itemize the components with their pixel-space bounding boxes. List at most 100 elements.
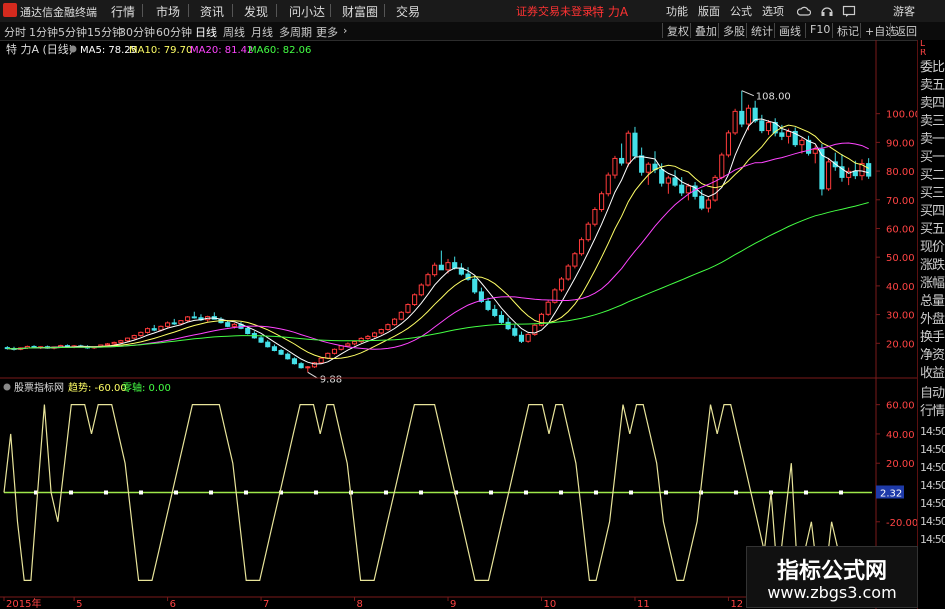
message-icon[interactable] (842, 4, 856, 18)
candle (545, 301, 551, 315)
candle (392, 318, 398, 326)
price-annotations: 108.00 9.88 (307, 90, 791, 385)
date-label: 2015年 (6, 597, 41, 609)
candle (852, 170, 858, 177)
menu-gongneng[interactable]: 功能 (666, 3, 688, 19)
quote-sidebar: L R 委比 卖五 卖四 卖三 卖一 买一 买二 买三 买四 买五 现价 涨跌 … (917, 40, 945, 609)
indicator-tick-label: -20.00 (886, 518, 917, 529)
price-tick-label: 50.00 (886, 253, 915, 264)
menu-shichang[interactable]: 市场 (156, 3, 180, 20)
chevron-right-icon[interactable]: › (343, 24, 347, 37)
candle (585, 223, 591, 241)
chart-area[interactable]: 特 力A (日线) MA5: 78.25 MA10: 79.70 MA20: 8… (0, 40, 917, 609)
period-30min[interactable]: 30分钟 (119, 24, 155, 40)
menu-jiaoyi[interactable]: 交易 (396, 3, 420, 20)
high-marker (741, 90, 754, 97)
candle (785, 130, 792, 137)
date-label: 12 (730, 599, 743, 609)
candle (492, 308, 498, 316)
candle (191, 316, 197, 319)
menu-gongshi[interactable]: 公式 (730, 3, 752, 19)
cloud-icon[interactable] (797, 4, 811, 18)
candle (612, 157, 618, 176)
price-tick-label: 90.00 (886, 138, 915, 149)
date-label: 9 (450, 599, 456, 609)
watermark-url: www.zbgs3.com (767, 583, 897, 602)
candle (438, 264, 444, 271)
btn-back[interactable]: 返回 (890, 23, 917, 38)
period-1min[interactable]: 1分钟 (29, 24, 58, 40)
zero-axis-dot (839, 490, 843, 495)
settings-dot-icon[interactable] (3, 383, 11, 391)
ma60-legend: MA60: 82.06 (248, 45, 311, 56)
menu-wenxiaoda[interactable]: 问小达 (289, 3, 325, 20)
sidebar-time-row: 14:50 (920, 443, 945, 456)
login-status[interactable]: 证券交易未登录 (516, 3, 593, 19)
candle (745, 107, 752, 125)
btn-fuquan[interactable]: 复权 (662, 23, 689, 38)
zero-axis-value: 零轴: 0.00 (122, 381, 171, 394)
candle (572, 253, 578, 267)
indicator-tick-label: 20.00 (886, 459, 915, 470)
menu-hangqing[interactable]: 行情 (111, 3, 135, 20)
candle (104, 343, 111, 346)
candle (498, 314, 505, 323)
candle (425, 274, 431, 286)
zero-axis-dot (139, 490, 143, 495)
candle (659, 169, 665, 184)
menu-xuanxiang[interactable]: 选项 (762, 3, 784, 19)
menu-bar: 通达信金融终端 行情 市场 资讯 发现 问小达 财富圈 交易 证券交易未登录 特… (0, 0, 945, 23)
sidebar-zhangfu: 涨幅 (920, 276, 945, 291)
btn-tongji[interactable]: 统计 (746, 23, 773, 38)
zero-axis-dot (629, 490, 633, 495)
settings-dot-icon[interactable] (69, 45, 77, 53)
sidebar-auto[interactable]: 自动 (920, 386, 945, 401)
candle (165, 322, 171, 327)
menu-banmian[interactable]: 版面 (698, 3, 720, 19)
zero-axis-dot (804, 490, 808, 495)
period-60min[interactable]: 60分钟 (156, 24, 192, 40)
candle (779, 132, 785, 137)
menu-faxian[interactable]: 发现 (244, 3, 268, 20)
indicator-axis: 60.0040.0020.00-20.00-40.002.32 (876, 401, 917, 558)
sidebar-sell4: 卖四 (920, 96, 945, 111)
period-fenshi[interactable]: 分时 (4, 24, 26, 40)
date-label: 5 (76, 599, 82, 609)
guest-label[interactable]: 游客 (893, 3, 915, 19)
ma20-line (7, 142, 869, 350)
menu-zixun[interactable]: 资讯 (200, 3, 224, 20)
price-tick-label: 70.00 (886, 196, 915, 207)
price-tick-label: 30.00 (886, 311, 915, 322)
zero-axis-dot (244, 490, 248, 495)
watermark-title: 指标公式网 (776, 559, 887, 584)
period-weekly[interactable]: 周线 (223, 24, 245, 40)
sidebar-zongliang: 总量 (920, 294, 945, 309)
btn-biaoji[interactable]: 标记 (832, 23, 859, 38)
candle (866, 163, 872, 177)
sidebar-hangqing[interactable]: 行情 (920, 404, 945, 419)
period-15min[interactable]: 15分钟 (87, 24, 123, 40)
ma20-legend: MA20: 81.42 (190, 45, 253, 56)
date-label: 7 (263, 599, 269, 609)
period-daily[interactable]: 日线 (195, 24, 217, 40)
period-monthly[interactable]: 月线 (251, 24, 273, 40)
candle (318, 357, 324, 364)
zero-axis-dot (524, 490, 528, 495)
candle (265, 341, 271, 348)
btn-diejia[interactable]: 叠加 (690, 23, 717, 38)
headset-icon[interactable] (820, 4, 834, 18)
indicator-title: 股票指标网 (14, 381, 64, 394)
menu-caifuquan[interactable]: 财富圈 (342, 3, 378, 20)
btn-duogu[interactable]: 多股 (718, 23, 745, 38)
sidebar-jingzi: 净资 (920, 348, 945, 363)
date-label: 8 (357, 599, 363, 609)
period-5min[interactable]: 5分钟 (58, 24, 87, 40)
btn-f10[interactable]: F10 (805, 23, 830, 38)
period-more[interactable]: 更多 (316, 24, 338, 40)
candle (432, 264, 438, 276)
sidebar-shouyi: 收益 (920, 366, 945, 381)
btn-huaxian[interactable]: 画线 (774, 23, 801, 38)
candle (351, 341, 358, 345)
period-multi[interactable]: 多周期 (279, 24, 312, 40)
candle (679, 184, 685, 194)
